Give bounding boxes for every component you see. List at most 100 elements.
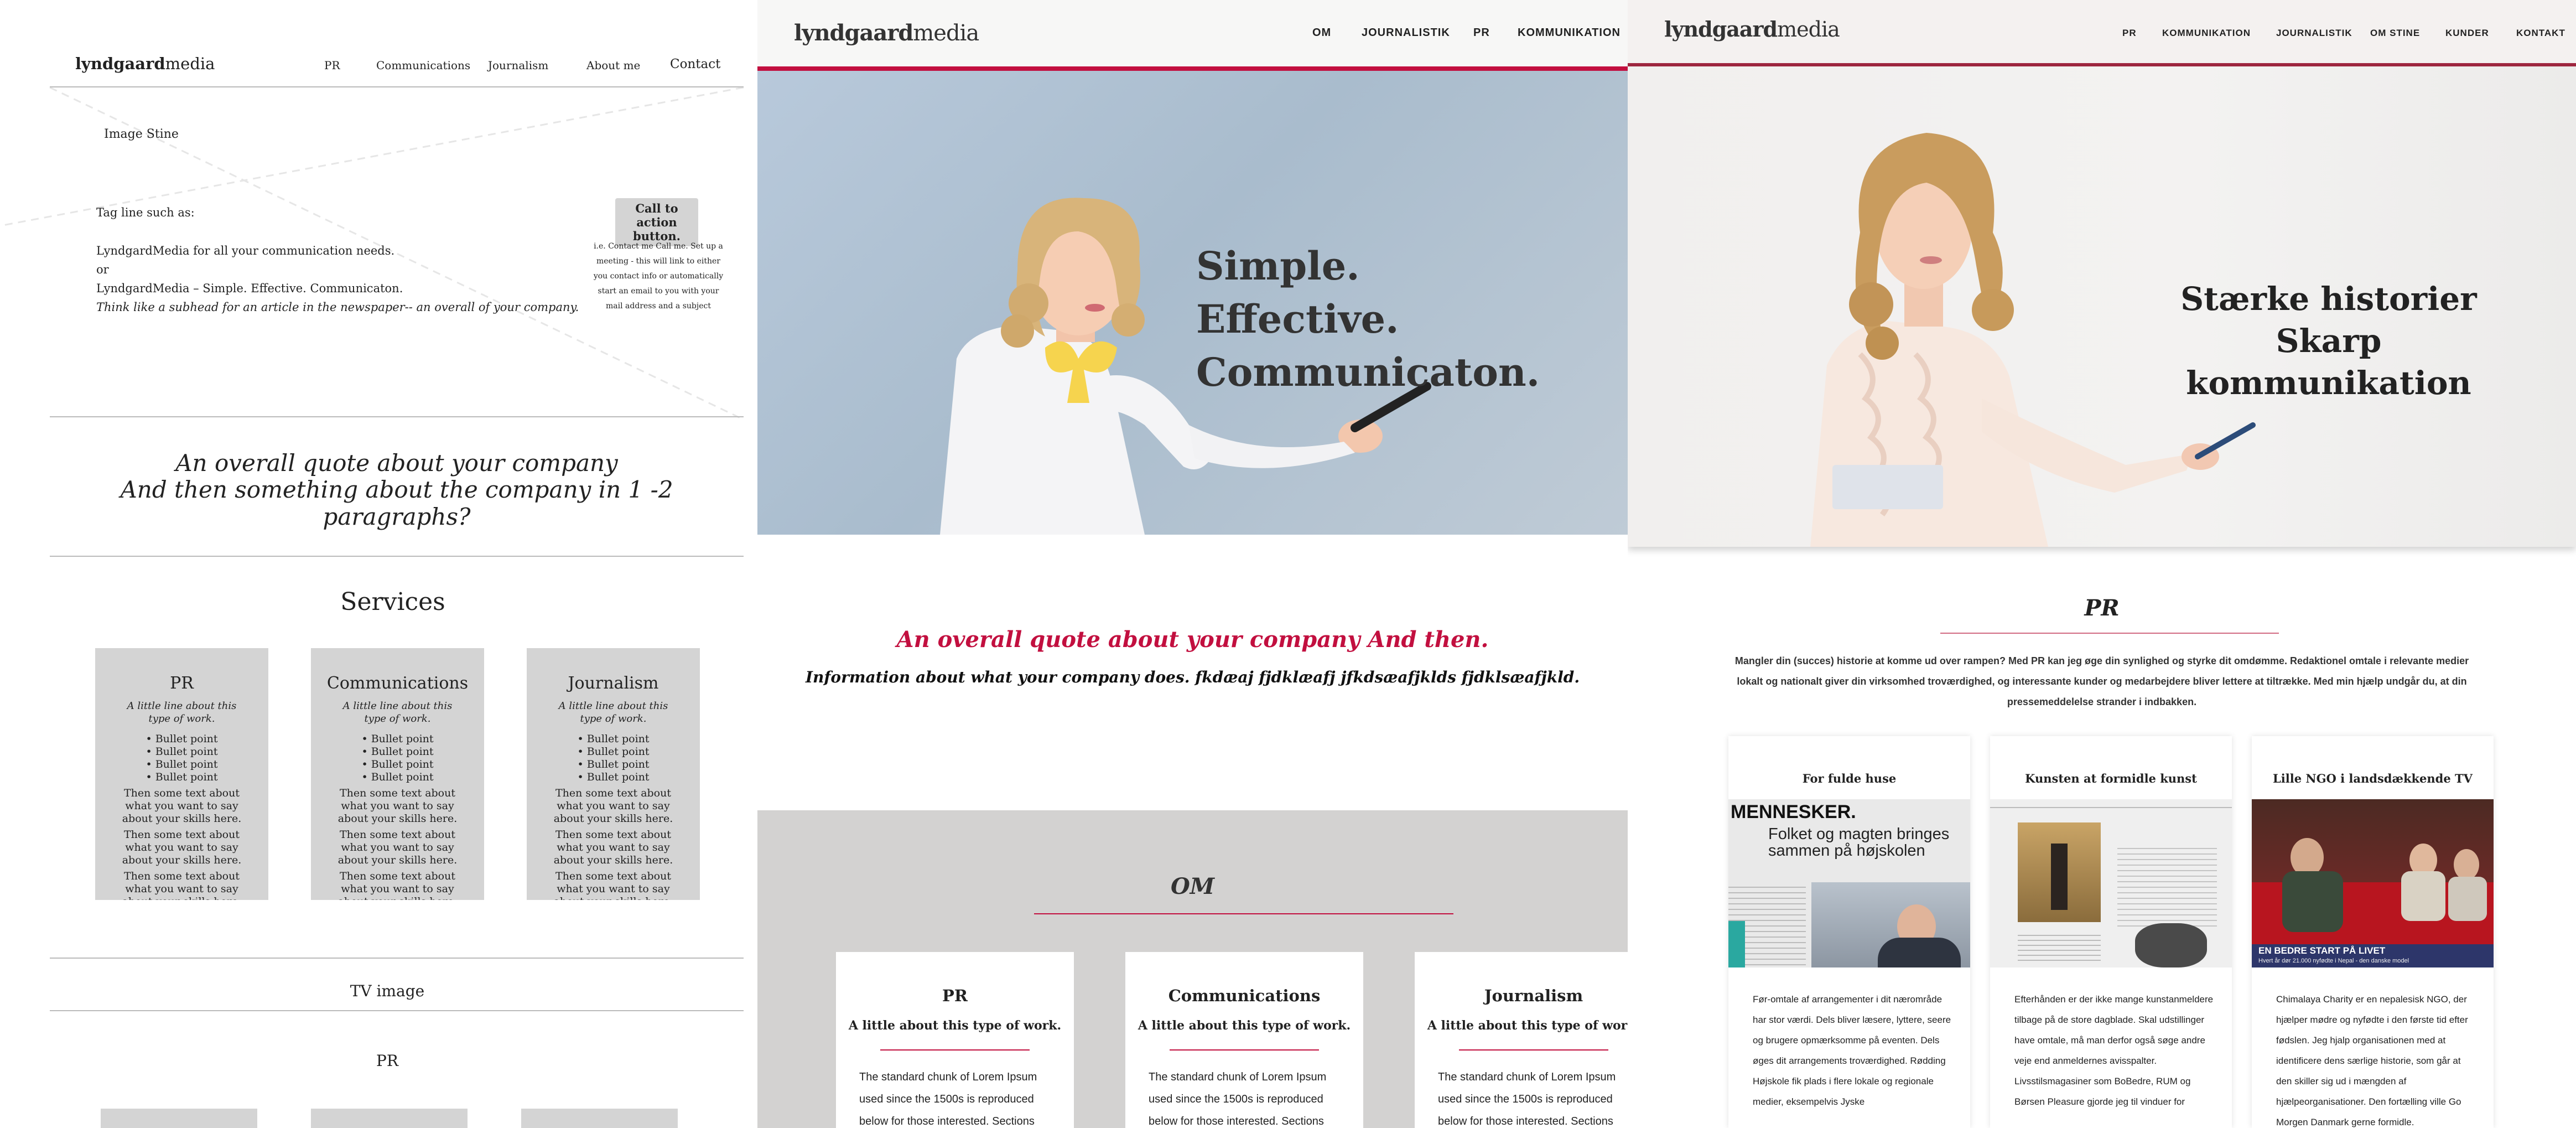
card-title: Journalism [1484, 986, 1583, 1005]
service-subline: A little line about this type of work. [558, 700, 668, 725]
services-title: Services [340, 588, 445, 616]
service-box-journalism: Journalism A little line about this type… [527, 648, 700, 900]
divider [50, 1010, 744, 1011]
wireframe-nav-contact[interactable]: Contact [670, 57, 720, 71]
wireframe-logo[interactable]: lyndgaardmedia [75, 54, 215, 73]
service-box-pr: PR A little line about this type of work… [95, 648, 268, 900]
nav-kommunikation[interactable]: KOMMUNIKATION [1518, 27, 1621, 39]
company-quote-2: And then something about the company in … [120, 476, 673, 530]
hero-line: Skarp kommunikation [2186, 322, 2471, 402]
nav-kommunikation[interactable]: KOMMUNIKATION [2162, 28, 2251, 39]
service-title: Communications [326, 674, 469, 693]
card-body: Efterhånden er der ikke mange kunstanmel… [2014, 994, 2214, 1107]
design-1-panel: lyndgaardmedia OM JOURNALISTIK PR KOMMUN… [757, 0, 1628, 1128]
tagline-or: or [96, 263, 109, 276]
bullet-point: • Bullet point [577, 758, 650, 770]
pr-box [521, 1109, 678, 1128]
clipping-headline: MENNESKER. [1731, 801, 1856, 822]
tv-studio-image: EN BEDRE START PÅ LIVET Hvert år dør 21.… [2252, 799, 2494, 967]
tagline-option-1: LyndgardMedia for all your communication… [96, 244, 395, 257]
image-placeholder-label: Image Stine [104, 127, 179, 141]
company-quote-1: An overall quote about your company [175, 449, 618, 477]
company-quote: An overall quote about your company And … [896, 627, 1489, 653]
card-subtitle: A little about this type of work. [848, 1018, 1062, 1033]
newspaper-clipping-image: MENNESKER. Folket og magten bringes samm… [1728, 799, 1970, 967]
bullet-point: • Bullet point [361, 771, 434, 783]
card-title: Lille NGO i landsdækkende TV [2273, 772, 2473, 785]
service-subline: A little line about this type of work. [127, 700, 237, 725]
service-title: Journalism [568, 674, 659, 693]
tv-caption-sub: Hvert år dør 21.000 nyfødte i Nepal - de… [2258, 958, 2409, 964]
tagline-subhead: Think like a subhead for an article in t… [96, 301, 579, 314]
service-text: Then some text about what you want to sa… [338, 870, 458, 900]
card-title: For fulde huse [1802, 772, 1897, 785]
pr-box [311, 1109, 468, 1128]
card-body: Før-omtale af arrangementer i dit næromr… [1753, 994, 1951, 1107]
divider [50, 958, 744, 959]
bullet-point: • Bullet point [577, 746, 650, 758]
card-body: The standard chunk of Lorem Ipsum used s… [1438, 1071, 1616, 1127]
tv-caption: EN BEDRE START PÅ LIVET [2258, 945, 2386, 956]
service-text: Then some text about what you want to sa… [122, 829, 242, 866]
service-text: Then some text about what you want to sa… [553, 829, 673, 866]
nav-kunder[interactable]: KUNDER [2445, 28, 2489, 39]
service-card-communications: Communications A little about this type … [1125, 952, 1363, 1128]
bullet-point: • Bullet point [361, 758, 434, 770]
service-card-pr: PR A little about this type of work. The… [836, 952, 1074, 1128]
card-subtitle: A little about this type of work. [1138, 1018, 1351, 1033]
service-text: Then some text about what you want to sa… [122, 787, 242, 825]
om-divider [1034, 913, 1453, 914]
pr-box [101, 1109, 257, 1128]
nav-om-stine[interactable]: OM STINE [2370, 28, 2420, 39]
bullet-point: • Bullet point [361, 746, 434, 758]
pr-intro-text: Mangler din (succes) historie at komme u… [1734, 655, 2469, 707]
wireframe-panel: lyndgaardmedia PR Communications Journal… [0, 0, 757, 1128]
nav-om[interactable]: OM [1312, 27, 1331, 39]
hero-line: Simple. [1196, 243, 1360, 289]
case-card-for-fulde-huse[interactable]: For fulde huse MENNESKER. Folket og magt… [1728, 736, 1970, 1128]
service-box-communications: Communications A little line about this … [311, 648, 484, 900]
card-title: PR [942, 986, 968, 1005]
service-subline: A little line about this type of work. [342, 700, 453, 725]
case-card-lille-ngo[interactable]: Lille NGO i landsdækkende TV EN BEDRE ST… [2252, 736, 2494, 1128]
nav-journalistik[interactable]: JOURNALISTIK [1362, 27, 1450, 39]
card-divider [1459, 1049, 1608, 1051]
site-logo[interactable]: lyndgaardmedia [794, 20, 979, 46]
card-body: The standard chunk of Lorem Ipsum used s… [1149, 1071, 1327, 1127]
wireframe-nav-journalism[interactable]: Journalism [488, 59, 548, 72]
service-text: Then some text about what you want to sa… [337, 787, 458, 825]
hero-headline: Stærke historier Skarp kommunikation [2135, 278, 2522, 404]
hero-line: Stærke historier [2180, 280, 2477, 318]
wireframe-nav-pr[interactable]: PR [324, 59, 340, 72]
tv-image-label: TV image [350, 982, 425, 1000]
hero-line: Effective. [1196, 296, 1399, 342]
bullet-point: • Bullet point [146, 758, 218, 770]
case-card-kunsten-at-formidle-kunst[interactable]: Kunsten at formidle kunst Efterhånden er… [1990, 736, 2232, 1128]
om-title: OM [1170, 873, 1215, 899]
tagline-option-2: LyndgardMedia – Simple. Effective. Commu… [96, 282, 403, 295]
company-info: Information about what your company does… [805, 668, 1580, 686]
wireframe-nav-communications[interactable]: Communications [376, 59, 470, 72]
pr-section-title: PR [2084, 595, 2120, 621]
card-title: Communications [1168, 986, 1321, 1005]
pr-divider [1940, 633, 2279, 634]
nav-pr[interactable]: PR [2122, 28, 2137, 39]
pr-section-label: PR [376, 1052, 398, 1070]
nav-journalistik[interactable]: JOURNALISTIK [2276, 28, 2352, 39]
card-body: The standard chunk of Lorem Ipsum used s… [859, 1071, 1037, 1127]
divider [50, 416, 744, 417]
site-logo[interactable]: lyndgaardmedia [1664, 17, 1840, 42]
nav-pr[interactable]: PR [1473, 27, 1490, 39]
card-title: Kunsten at formidle kunst [2025, 772, 2197, 785]
service-text: Then some text about what you want to sa… [122, 870, 242, 900]
magazine-spread-image [1990, 799, 2232, 967]
card-subtitle: A little about this type of work. [1427, 1018, 1628, 1033]
card-body: Chimalaya Charity er en nepalesisk NGO, … [2276, 994, 2468, 1127]
bullet-point: • Bullet point [146, 733, 218, 745]
service-text: Then some text about what you want to sa… [554, 870, 673, 900]
wireframe-nav-about[interactable]: About me [586, 59, 640, 72]
nav-kontakt[interactable]: KONTAKT [2516, 28, 2565, 39]
bullet-point: • Bullet point [577, 733, 650, 745]
bullet-point: • Bullet point [146, 771, 218, 783]
service-title: PR [170, 674, 194, 693]
